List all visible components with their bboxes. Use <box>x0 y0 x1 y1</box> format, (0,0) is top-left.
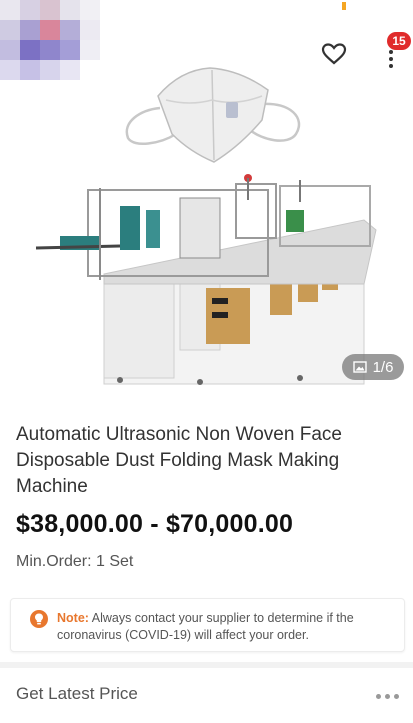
covid-note: Note: Always contact your supplier to de… <box>10 598 405 652</box>
dot-1 <box>389 50 393 54</box>
heart-icon <box>321 43 347 65</box>
machine-illustration <box>35 174 377 385</box>
product-image[interactable] <box>0 60 413 390</box>
dot-3 <box>389 64 393 68</box>
favorite-button[interactable] <box>318 38 350 70</box>
image-counter-text: 1/6 <box>372 358 394 376</box>
face-mask-illustration <box>125 67 301 163</box>
horizontal-dots-icon[interactable] <box>376 694 400 700</box>
min-order: Min.Order: 1 Set <box>16 553 134 570</box>
get-latest-price-label: Get Latest Price <box>16 684 138 703</box>
dot-2 <box>389 57 393 61</box>
product-price: $38,000.00 - $70,000.00 <box>16 510 294 538</box>
lightbulb-icon <box>30 610 48 628</box>
note-text: Always contact your supplier to determin… <box>57 611 354 642</box>
status-indicator <box>342 2 346 10</box>
product-title: Automatic Ultrasonic Non Woven Face Disp… <box>16 424 342 497</box>
product-gallery[interactable]: 15 1/6 <box>0 0 413 390</box>
get-latest-price-row[interactable]: Get Latest Price <box>0 668 413 723</box>
image-icon <box>352 361 367 373</box>
notification-badge: 15 <box>387 32 411 50</box>
note-label: Note: <box>57 611 89 625</box>
image-counter: 1/6 <box>342 354 404 380</box>
